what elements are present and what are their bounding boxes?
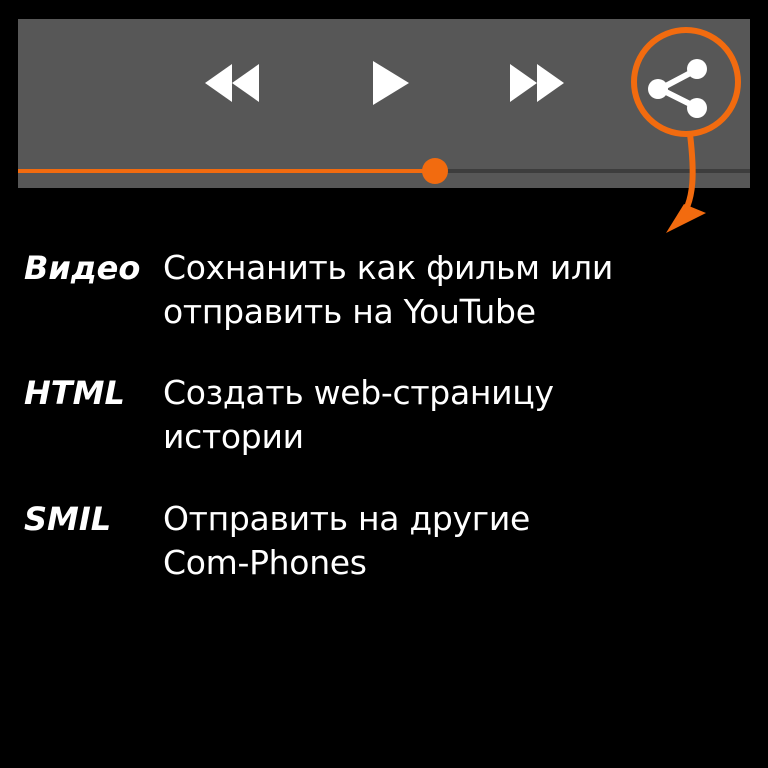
progress-thumb[interactable] [422, 158, 449, 184]
option-description-line: истории [163, 417, 304, 456]
option-key: Видео [24, 249, 141, 287]
option-description: Создать web-страницу истории [163, 371, 743, 459]
option-description-line: Сохнанить как фильм или [163, 248, 613, 287]
share-button[interactable] [646, 57, 710, 121]
share-icon [648, 59, 707, 118]
option-description-line: отправить на YouTube [163, 292, 536, 331]
rewind-button[interactable] [203, 62, 261, 104]
play-icon [373, 61, 409, 105]
progress-fill [18, 169, 436, 173]
option-video: Видео Сохнанить как фильм или отправить … [24, 246, 744, 346]
option-description-line: Com-Phones [163, 543, 367, 582]
fast-forward-icon [510, 64, 564, 102]
media-player-bar [18, 19, 750, 188]
option-description: Отправить на другие Com-Phones [163, 497, 743, 585]
option-key: SMIL [24, 500, 112, 538]
option-description: Сохнанить как фильм или отправить на You… [163, 246, 743, 334]
progress-track[interactable] [18, 169, 750, 173]
fast-forward-button[interactable] [508, 62, 566, 104]
play-button[interactable] [371, 60, 411, 106]
option-key: HTML [24, 374, 125, 412]
option-smil: SMIL Отправить на другие Com-Phones [24, 497, 744, 597]
rewind-icon [205, 64, 259, 102]
option-description-line: Отправить на другие [163, 499, 530, 538]
option-description-line: Создать web-страницу [163, 373, 554, 412]
option-html: HTML Создать web-страницу истории [24, 371, 744, 471]
